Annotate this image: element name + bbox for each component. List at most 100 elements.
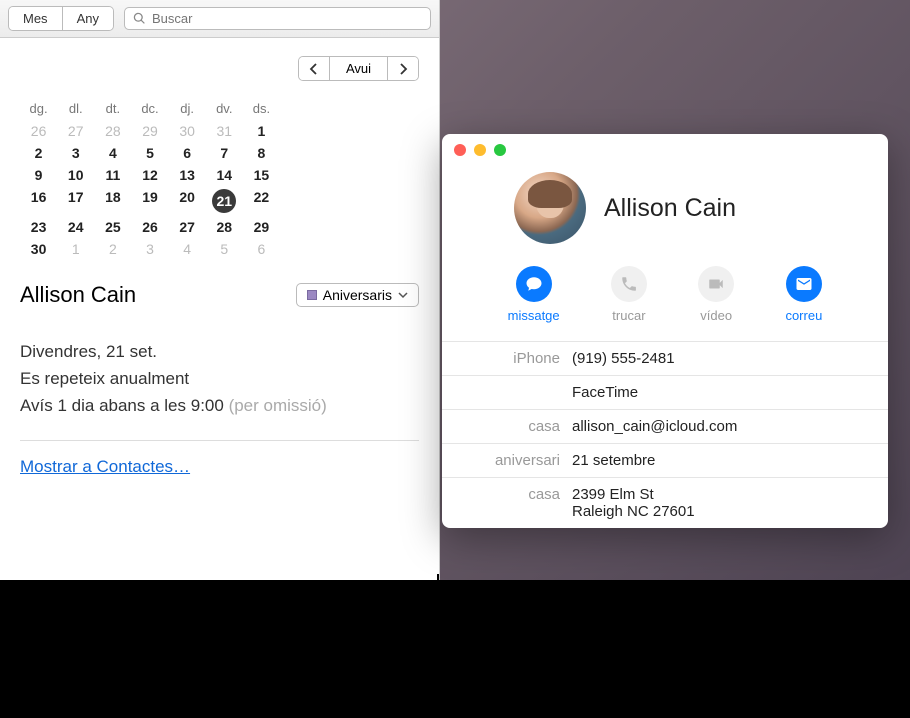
- message-icon: [525, 275, 543, 293]
- search-icon: [133, 12, 146, 25]
- event-category-select[interactable]: Aniversaris: [296, 283, 419, 307]
- calendar-day-cell[interactable]: 1: [243, 120, 280, 142]
- video-action[interactable]: vídeo: [698, 266, 734, 323]
- event-title: Allison Cain: [20, 282, 136, 308]
- calendar-day-cell[interactable]: 3: [131, 238, 168, 260]
- chevron-down-icon: [398, 291, 408, 299]
- calendar-day-cell[interactable]: 22: [243, 186, 280, 216]
- view-segmented-control: Mes Any: [8, 6, 114, 31]
- calendar-day-cell[interactable]: 21: [206, 186, 243, 216]
- field-value[interactable]: 2399 Elm St Raleigh NC 27601: [572, 486, 888, 520]
- minimize-button[interactable]: [474, 144, 486, 156]
- calendar-day-cell[interactable]: 30: [20, 238, 57, 260]
- contact-fields-list: iPhone(919) 555-2481FaceTimecasaallison_…: [442, 341, 888, 528]
- search-field[interactable]: [124, 7, 431, 30]
- video-icon: [707, 275, 725, 293]
- category-label: Aniversaris: [323, 287, 392, 303]
- today-button[interactable]: Avui: [329, 57, 387, 80]
- calendar-day-cell[interactable]: 12: [131, 164, 168, 186]
- calendar-day-cell[interactable]: 25: [94, 216, 131, 238]
- calendar-day-cell[interactable]: 1: [57, 238, 94, 260]
- calendar-day-cell[interactable]: 30: [169, 120, 206, 142]
- calendar-day-cell[interactable]: 31: [206, 120, 243, 142]
- calendar-day-cell[interactable]: 13: [169, 164, 206, 186]
- calendar-week-row: 16171819202122: [20, 186, 280, 216]
- chevron-right-icon: [398, 63, 408, 75]
- calendar-day-cell[interactable]: 5: [131, 142, 168, 164]
- calendar-day-cell[interactable]: 26: [20, 120, 57, 142]
- calendar-day-cell[interactable]: 8: [243, 142, 280, 164]
- video-label: vídeo: [700, 308, 732, 323]
- contact-card-window: Allison Cain missatge trucar vídeo corre…: [442, 134, 888, 528]
- maximize-button[interactable]: [494, 144, 506, 156]
- view-month-button[interactable]: Mes: [9, 7, 62, 30]
- calendar-day-cell[interactable]: 28: [206, 216, 243, 238]
- show-in-contacts-link[interactable]: Mostrar a Contactes…: [20, 457, 190, 476]
- field-value[interactable]: 21 setembre: [572, 452, 888, 469]
- calendar-day-cell[interactable]: 26: [131, 216, 168, 238]
- calendar-week-row: 9101112131415: [20, 164, 280, 186]
- calendar-day-cell[interactable]: 4: [94, 142, 131, 164]
- calendar-day-cell[interactable]: 2: [20, 142, 57, 164]
- calendar-day-cell[interactable]: 11: [94, 164, 131, 186]
- weekday-label: dj.: [169, 97, 206, 120]
- next-month-button[interactable]: [387, 57, 418, 80]
- bottom-mask: [0, 580, 910, 718]
- calendar-day-cell[interactable]: 4: [169, 238, 206, 260]
- field-label: [442, 384, 572, 401]
- calendar-day-cell[interactable]: 18: [94, 186, 131, 216]
- calendar-day-cell[interactable]: 29: [131, 120, 168, 142]
- calendar-day-cell[interactable]: 23: [20, 216, 57, 238]
- contact-field-row: casaallison_cain@icloud.com: [442, 410, 888, 444]
- search-input[interactable]: [152, 11, 422, 26]
- weekday-label: dt.: [94, 97, 131, 120]
- call-action[interactable]: trucar: [611, 266, 647, 323]
- close-button[interactable]: [454, 144, 466, 156]
- weekday-label: dg.: [20, 97, 57, 120]
- weekday-label: ds.: [243, 97, 280, 120]
- contact-field-row: iPhone(919) 555-2481: [442, 342, 888, 376]
- calendar-day-cell[interactable]: 14: [206, 164, 243, 186]
- message-label: missatge: [508, 308, 560, 323]
- calendar-day-cell[interactable]: 20: [169, 186, 206, 216]
- calendar-day-cell[interactable]: 7: [206, 142, 243, 164]
- calendar-day-cell[interactable]: 6: [169, 142, 206, 164]
- calendar-day-cell[interactable]: 10: [57, 164, 94, 186]
- field-label: casa: [442, 486, 572, 520]
- calendar-day-cell[interactable]: 2: [94, 238, 131, 260]
- calendar-day-cell[interactable]: 24: [57, 216, 94, 238]
- mail-icon: [795, 275, 813, 293]
- window-controls: [442, 134, 888, 166]
- contact-actions-row: missatge trucar vídeo correu: [442, 262, 888, 341]
- category-color-swatch: [307, 290, 317, 300]
- avatar: [514, 172, 586, 244]
- field-value[interactable]: (919) 555-2481: [572, 350, 888, 367]
- mini-calendar: dg.dl.dt.dc.dj.dv.ds. 262728293031123456…: [20, 97, 280, 260]
- calendar-day-cell[interactable]: 15: [243, 164, 280, 186]
- field-label: casa: [442, 418, 572, 435]
- field-value[interactable]: FaceTime: [572, 384, 888, 401]
- calendar-day-cell[interactable]: 6: [243, 238, 280, 260]
- calendar-day-cell[interactable]: 17: [57, 186, 94, 216]
- event-detail-section: Allison Cain Aniversaris Divendres, 21 s…: [20, 282, 419, 477]
- calendar-day-cell[interactable]: 3: [57, 142, 94, 164]
- calendar-day-cell[interactable]: 28: [94, 120, 131, 142]
- calendar-day-cell[interactable]: 9: [20, 164, 57, 186]
- mail-action[interactable]: correu: [785, 266, 822, 323]
- weekday-label: dv.: [206, 97, 243, 120]
- calendar-day-cell[interactable]: 19: [131, 186, 168, 216]
- calendar-day-cell[interactable]: 16: [20, 186, 57, 216]
- weekday-header-row: dg.dl.dt.dc.dj.dv.ds.: [20, 97, 280, 120]
- calendar-day-cell[interactable]: 5: [206, 238, 243, 260]
- chevron-left-icon: [309, 63, 319, 75]
- calendar-day-cell[interactable]: 29: [243, 216, 280, 238]
- field-value[interactable]: allison_cain@icloud.com: [572, 418, 888, 435]
- calendar-day-cell[interactable]: 27: [57, 120, 94, 142]
- calendar-week-row: 23242526272829: [20, 216, 280, 238]
- view-year-button[interactable]: Any: [62, 7, 113, 30]
- calendar-day-cell[interactable]: 27: [169, 216, 206, 238]
- event-alert-line: Avís 1 dia abans a les 9:00 (per omissió…: [20, 392, 419, 419]
- message-action[interactable]: missatge: [508, 266, 560, 323]
- prev-month-button[interactable]: [299, 57, 329, 80]
- contact-field-row: FaceTime: [442, 376, 888, 410]
